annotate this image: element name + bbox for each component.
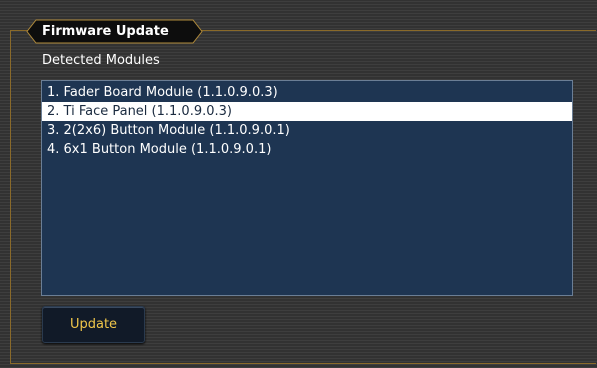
list-item[interactable]: 3. 2(2x6) Button Module (1.1.0.9.0.1) bbox=[42, 121, 572, 140]
update-button[interactable]: Update bbox=[42, 306, 145, 343]
list-item[interactable]: 2. Ti Face Panel (1.1.0.9.0.3) bbox=[42, 102, 572, 121]
detected-modules-label: Detected Modules bbox=[42, 53, 160, 68]
module-list[interactable]: 1. Fader Board Module (1.1.0.9.0.3) 2. T… bbox=[41, 80, 573, 296]
tab-title: Firmware Update bbox=[42, 24, 169, 39]
panel-tab: Firmware Update bbox=[26, 19, 203, 44]
list-item[interactable]: 4. 6x1 Button Module (1.1.0.9.0.1) bbox=[42, 140, 572, 159]
list-item[interactable]: 1. Fader Board Module (1.1.0.9.0.3) bbox=[42, 83, 572, 102]
